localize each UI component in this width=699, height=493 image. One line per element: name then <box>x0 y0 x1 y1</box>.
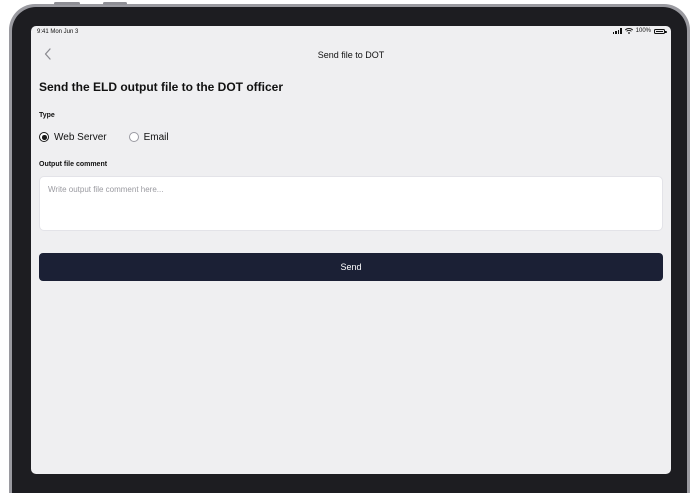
page-heading: Send the ELD output file to the DOT offi… <box>39 80 283 94</box>
type-label: Type <box>39 112 55 119</box>
radio-unselected-icon <box>128 132 139 142</box>
battery-icon <box>654 28 667 34</box>
navigation-bar: Send file to DOT <box>31 44 671 66</box>
status-indicators: 100% <box>612 28 667 34</box>
wifi-icon <box>624 28 633 34</box>
volume-button <box>103 2 127 5</box>
app-screen: 9:41 Mon Jun 3 100% Send file to DOT Sen… <box>31 26 671 474</box>
radio-label-email: Email <box>143 131 169 143</box>
nav-title: Send file to DOT <box>317 50 385 60</box>
status-time: 9:41 Mon Jun 3 <box>37 29 79 35</box>
volume-button <box>54 2 80 5</box>
radio-web-server[interactable]: Web Server <box>39 132 107 143</box>
signal-icon <box>612 28 622 34</box>
radio-selected-icon <box>39 132 49 142</box>
radio-email[interactable]: Email <box>128 131 169 143</box>
send-button[interactable]: Send <box>39 253 663 281</box>
status-bar: 9:41 Mon Jun 3 100% <box>31 26 671 40</box>
radio-label-web-server: Web Server <box>54 131 107 143</box>
type-radio-group: Web Server Email <box>39 131 169 143</box>
comment-label: Output file comment <box>39 161 108 168</box>
battery-percentage: 100% <box>635 28 651 34</box>
comment-input[interactable] <box>39 176 663 231</box>
